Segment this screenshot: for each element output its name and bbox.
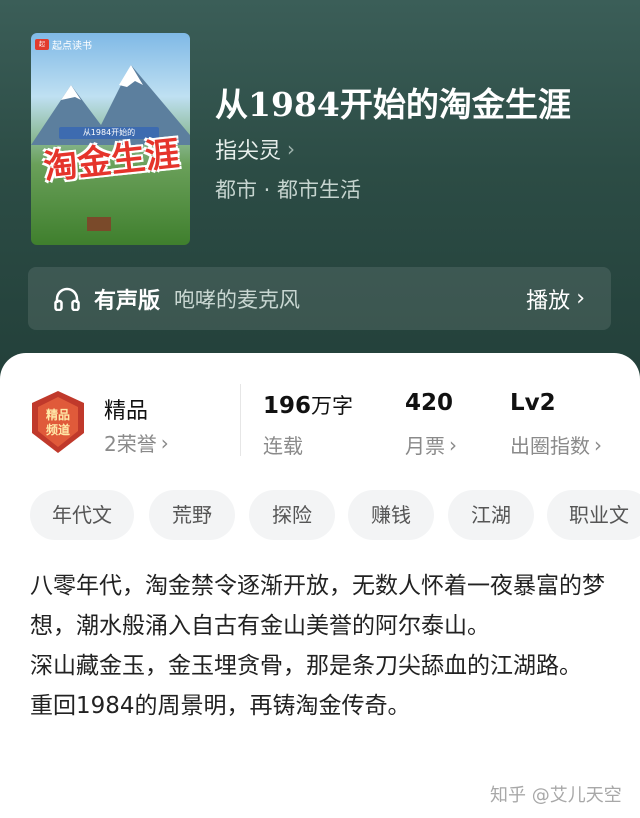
- level-label: 出圈指数: [510, 434, 590, 458]
- book-cover[interactable]: 起 起点读书 从1984开始的 淘金生涯: [31, 33, 190, 245]
- word-count-value: 196: [263, 393, 312, 419]
- monthly-votes-link[interactable]: 月票 ›: [405, 430, 457, 459]
- play-label: 播放: [526, 288, 571, 314]
- chevron-right-icon: ›: [449, 432, 457, 457]
- book-title: 从1984开始的淘金生涯: [215, 85, 571, 124]
- description-paragraph: 重回1984的周景明，再铸淘金传奇。: [30, 693, 411, 719]
- cover-publisher-label: 起点读书: [52, 41, 92, 52]
- tag-item[interactable]: 江湖: [448, 490, 534, 540]
- monthly-votes-label: 月票: [405, 434, 445, 458]
- monthly-votes-value: 420: [405, 390, 454, 416]
- chevron-right-icon: ›: [576, 286, 585, 311]
- cabin-illustration: [87, 217, 111, 231]
- chevron-right-icon: ›: [594, 432, 602, 457]
- author-name: 指尖灵: [215, 139, 282, 164]
- level-value: Lv2: [510, 390, 556, 416]
- chevron-right-icon: ›: [160, 430, 169, 455]
- book-genre: 都市 · 都市生活: [215, 178, 362, 202]
- level-link[interactable]: 出圈指数 ›: [510, 430, 602, 459]
- stats-divider: [240, 384, 241, 456]
- honors-count: 2荣誉: [104, 432, 157, 456]
- word-count: 196万字: [263, 390, 353, 420]
- description-paragraph: 深山藏金玉，金玉埋贪骨，那是条刀尖舔血的江湖路。: [30, 653, 582, 679]
- quality-label: 精品: [104, 399, 149, 424]
- tag-item[interactable]: 探险: [249, 490, 335, 540]
- tag-item[interactable]: 赚钱: [348, 490, 434, 540]
- audio-version-bar[interactable]: 有声版 咆哮的麦克风 播放 ›: [28, 267, 611, 330]
- svg-text:精品: 精品: [46, 407, 70, 422]
- description-paragraph: 八零年代，淘金禁令逐渐开放，无数人怀着一夜暴富的梦想，潮水般涌入自古有金山美誉的…: [30, 573, 605, 639]
- chevron-right-icon: ›: [287, 137, 296, 161]
- tag-list: 年代文 荒野 探险 赚钱 江湖 职业文: [30, 490, 640, 540]
- premium-badge-icon: 精品 频道: [32, 391, 84, 453]
- watermark: 知乎 @艾儿天空: [490, 785, 622, 806]
- book-header: 起 起点读书 从1984开始的 淘金生涯 从1984开始的淘金生涯 指尖灵 › …: [0, 0, 640, 380]
- tag-item[interactable]: 荒野: [149, 490, 235, 540]
- qidian-logo-icon: 起: [35, 39, 49, 50]
- tag-item[interactable]: 年代文: [30, 490, 134, 540]
- author-link[interactable]: 指尖灵 ›: [215, 133, 295, 165]
- tag-item[interactable]: 职业文: [547, 490, 640, 540]
- cover-publisher-badge: 起 起点读书: [35, 37, 92, 52]
- honors-link[interactable]: 2荣誉 ›: [104, 428, 169, 457]
- serial-status: 连载: [263, 434, 303, 458]
- svg-text:频道: 频道: [46, 422, 70, 437]
- play-button[interactable]: 播放 ›: [526, 283, 585, 315]
- audio-label: 有声版: [94, 288, 161, 314]
- word-count-unit: 万字: [311, 394, 354, 418]
- audio-narrator: 咆哮的麦克风: [174, 287, 301, 312]
- headphones-icon: [54, 287, 80, 311]
- book-description: 八零年代，淘金禁令逐渐开放，无数人怀着一夜暴富的梦想，潮水般涌入自古有金山美誉的…: [30, 566, 610, 726]
